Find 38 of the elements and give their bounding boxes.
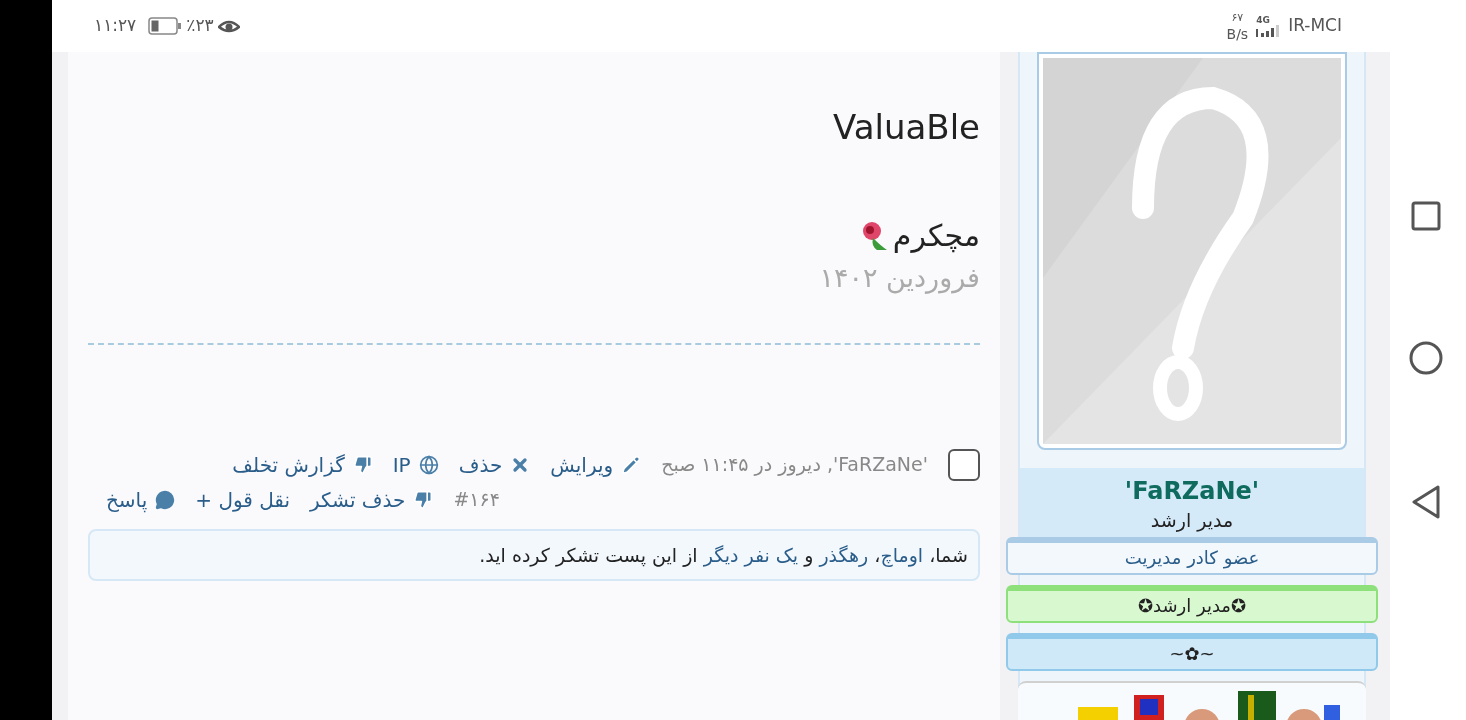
thumbs-down-icon bbox=[352, 454, 373, 475]
signature-text: مچکرم bbox=[892, 217, 980, 255]
action-link[interactable]: نقل قول + bbox=[195, 484, 290, 515]
username[interactable]: 'FaRZaNe' bbox=[1124, 476, 1260, 506]
back-triangle-icon[interactable] bbox=[1411, 485, 1441, 519]
user-link[interactable]: یک نفر دیگر bbox=[703, 543, 799, 566]
battery-percent: ٪۲۳ bbox=[186, 14, 214, 38]
rank-badge: عضو کادر مدیریت bbox=[1006, 536, 1378, 575]
globe-icon bbox=[418, 454, 439, 475]
speech-bubble-icon bbox=[155, 489, 176, 510]
net-speed: ۶۷ bbox=[1231, 11, 1244, 23]
action-link[interactable]: پاسخ bbox=[105, 484, 148, 515]
user-link[interactable]: رهگذر bbox=[819, 543, 869, 566]
action-link[interactable]: IP bbox=[392, 449, 411, 480]
network-type: 4G bbox=[1256, 15, 1271, 25]
action-link[interactable]: ویرایش bbox=[550, 449, 614, 480]
square-icon[interactable] bbox=[1411, 201, 1441, 231]
action-link[interactable]: حذف تشکر bbox=[310, 484, 406, 515]
signature-date: فروردین ۱۴۰۲ bbox=[818, 261, 980, 296]
net-unit: B/s bbox=[1226, 26, 1249, 41]
post-text: ValuaBle bbox=[832, 106, 980, 149]
carrier-name: IR-MCI bbox=[1288, 14, 1342, 38]
rank-badge: ~✿~ bbox=[1006, 632, 1378, 671]
thanks-text: شما، اوماچ، رهگذر و یک نفر دیگر از این پست تشکر کرده اید. bbox=[478, 542, 968, 569]
thumbs-down-icon bbox=[413, 489, 434, 510]
pencil-icon bbox=[621, 454, 642, 475]
action-link[interactable]: حذف bbox=[458, 449, 503, 480]
signal-icon bbox=[1256, 24, 1281, 37]
rank-badge: ✪مدیر ارشد✪ bbox=[1006, 584, 1378, 623]
user-link[interactable]: اوماچ bbox=[880, 543, 924, 566]
eye-icon bbox=[217, 18, 240, 34]
action-link[interactable]: گزارش تخلف bbox=[232, 449, 345, 480]
user-title: مدیر ارشد bbox=[1150, 508, 1234, 534]
post-number: #۱۶۴ bbox=[453, 487, 500, 513]
select-checkbox[interactable] bbox=[948, 448, 980, 481]
battery-icon bbox=[148, 17, 183, 35]
home-circle-icon[interactable] bbox=[1409, 341, 1443, 375]
clock-time: ۱۱:۲۷ bbox=[94, 14, 137, 38]
